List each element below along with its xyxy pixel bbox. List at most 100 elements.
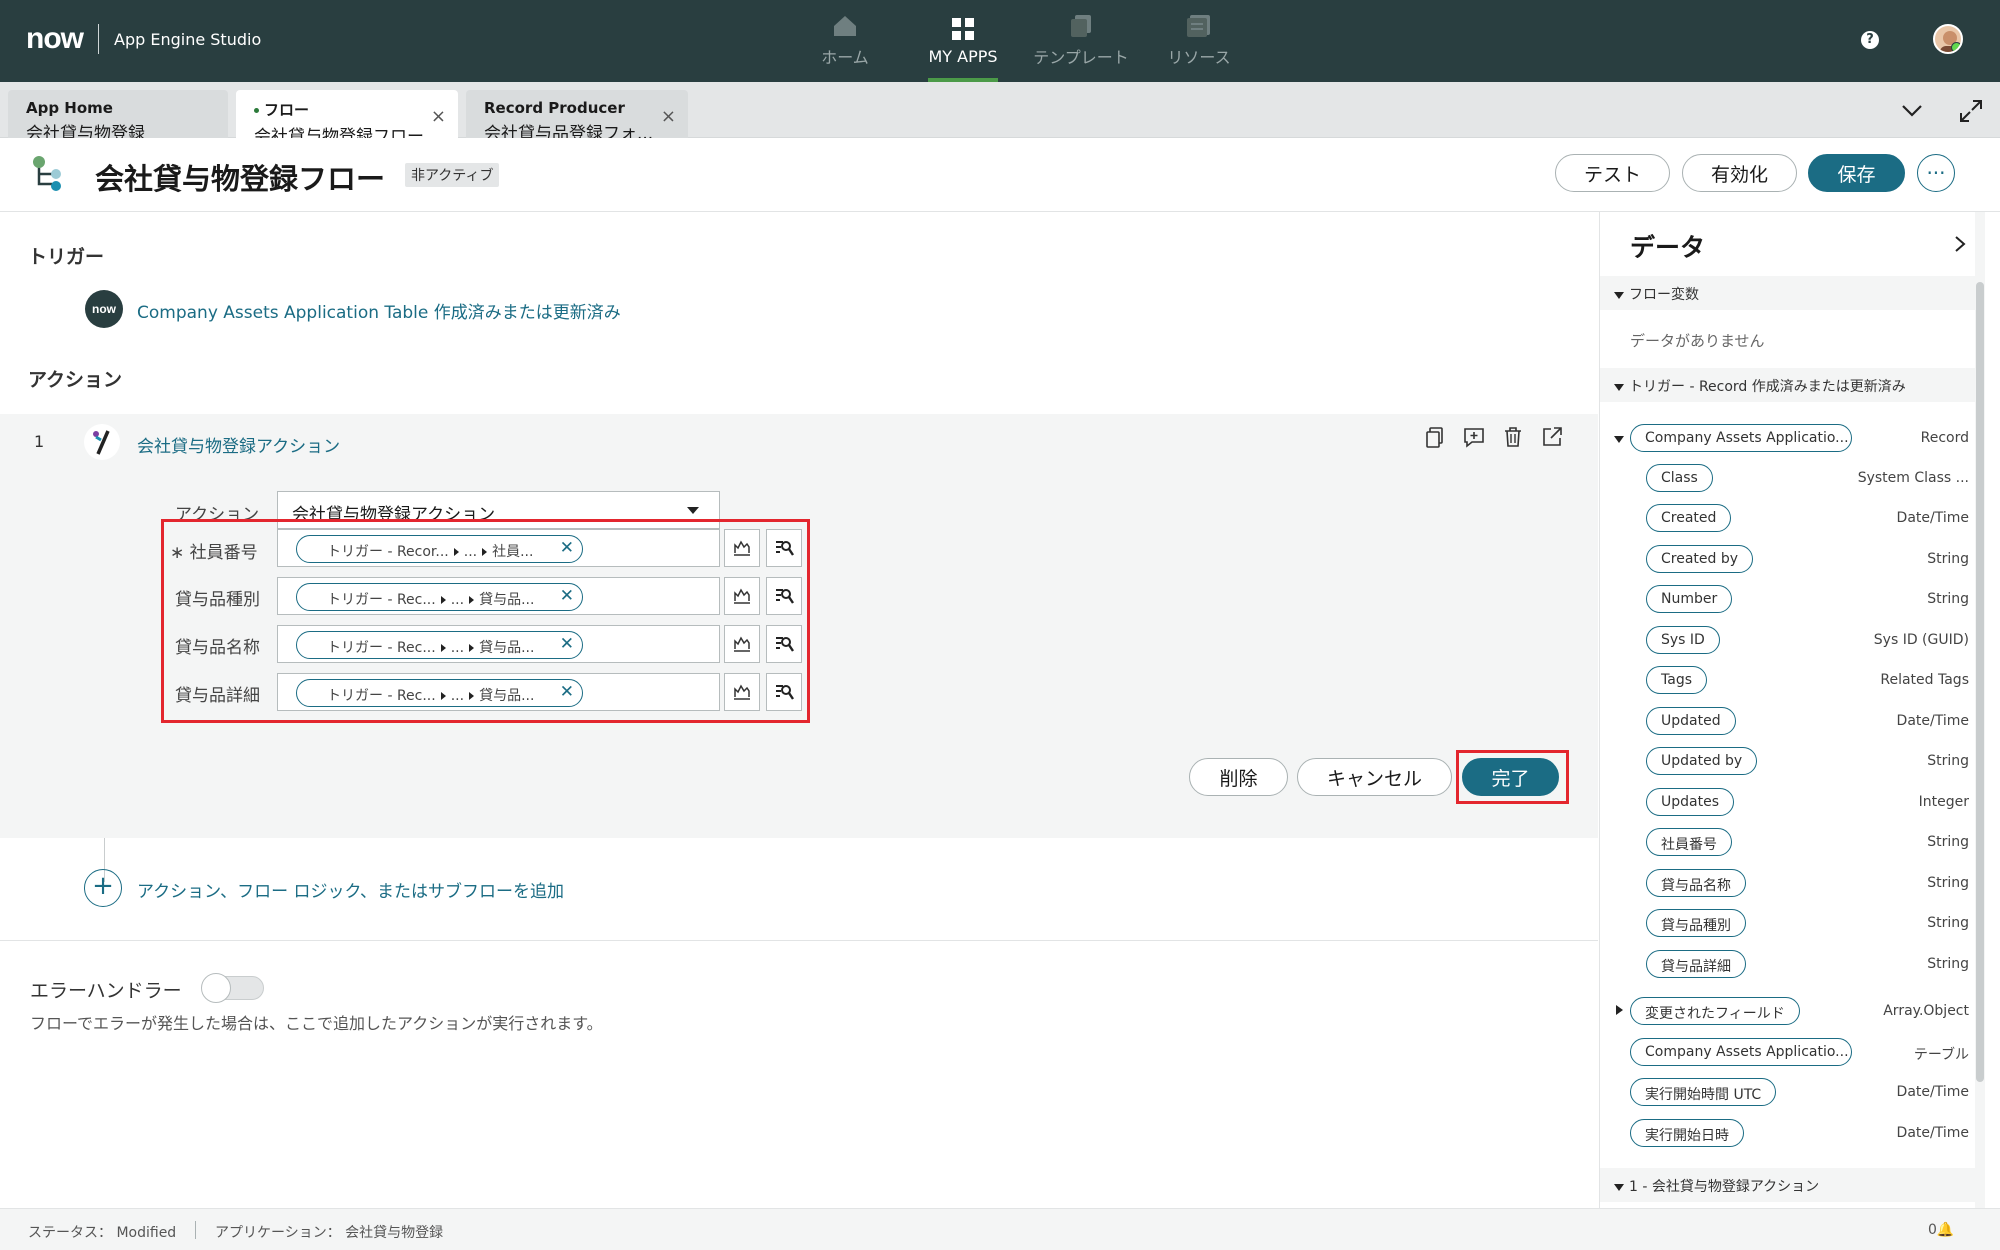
copy-icon[interactable]: [1422, 424, 1448, 450]
table-type: テーブル: [1913, 1047, 1969, 1063]
record-type: Record: [1920, 430, 1969, 446]
caret-right-icon[interactable]: [1616, 1005, 1623, 1015]
chevron-right-icon[interactable]: [1953, 234, 1967, 254]
table-data-pill[interactable]: Company Assets Applicatio...: [1630, 1038, 1852, 1066]
expand-icon[interactable]: [1958, 98, 1984, 124]
error-handler-description: フローでエラーが発生した場合は、ここで追加したアクションが実行されます。: [30, 1014, 603, 1033]
data-panel: データ フロー変数 データがありません トリガー - Record 作成済みまた…: [1599, 212, 1991, 1208]
flow-variables-section[interactable]: フロー変数: [1600, 276, 1976, 310]
field-pill-asset-name[interactable]: 貸与品名称: [1646, 869, 1746, 897]
page-title: 会社貸与物登録フロー: [95, 162, 386, 196]
delete-button[interactable]: 削除: [1189, 758, 1288, 796]
modified-dot: [254, 108, 259, 113]
changed-fields-type: Array.Object: [1883, 1003, 1969, 1019]
field-type-updated: Date/Time: [1896, 713, 1969, 729]
run-start-datetime-pill[interactable]: 実行開始日時: [1630, 1119, 1744, 1147]
action-icon: [84, 424, 120, 460]
caret-down-icon: [1614, 291, 1624, 299]
tab-record-producer[interactable]: Record Producer 会社貸与品登録フォ... ×: [466, 90, 688, 144]
field-pill-updated-by[interactable]: Updated by: [1646, 747, 1758, 775]
field-type-sys-id: Sys ID (GUID): [1873, 632, 1969, 648]
more-options-button[interactable]: ···: [1917, 154, 1955, 192]
add-comment-icon[interactable]: [1461, 424, 1487, 450]
status-text: ステータス： Modified: [28, 1225, 177, 1241]
nav-my-apps[interactable]: MY APPS: [908, 0, 1018, 82]
action-title-link[interactable]: 会社貸与物登録アクション: [137, 432, 340, 457]
toggle-knob: [201, 973, 231, 1003]
cancel-button[interactable]: キャンセル: [1297, 758, 1452, 796]
trigger-data-section[interactable]: トリガー - Record 作成済みまたは更新済み: [1600, 368, 1976, 402]
section-divider: [0, 940, 1598, 941]
flow-icon: [33, 156, 61, 191]
changed-fields-pill[interactable]: 変更されたフィールド: [1630, 997, 1800, 1025]
main-nav: ホーム MY APPS テンプレート リソース: [790, 0, 1262, 82]
grid-icon: [952, 17, 974, 40]
tab-flow-type: フロー: [254, 99, 440, 120]
now-logo[interactable]: now: [26, 22, 84, 56]
home-icon: [834, 16, 856, 36]
action1-data-section[interactable]: 1 - 会社貸与物登録アクション: [1600, 1168, 1976, 1202]
run-start-datetime-type: Date/Time: [1896, 1125, 1969, 1141]
field-pill-created-by[interactable]: Created by: [1646, 545, 1754, 573]
help-icon[interactable]: ?: [1861, 31, 1879, 49]
field-type-class: System Class ...: [1857, 470, 1969, 486]
field-pill-asset-details[interactable]: 貸与品詳細: [1646, 950, 1746, 978]
field-type-employee-number: String: [1927, 834, 1969, 850]
tab-app-home-type: App Home: [26, 99, 113, 117]
caret-down-icon: [1614, 1183, 1624, 1191]
caret-down-icon[interactable]: [1614, 436, 1624, 443]
test-button[interactable]: テスト: [1555, 154, 1670, 192]
field-pill-sys-id[interactable]: Sys ID: [1646, 626, 1720, 654]
field-type-tags: Related Tags: [1880, 672, 1969, 688]
logo-divider: [98, 24, 99, 54]
highlight-done-box: [1456, 750, 1569, 804]
error-handler-label: エラーハンドラー: [30, 980, 182, 1002]
field-pill-updated[interactable]: Updated: [1646, 707, 1736, 735]
nav-templates[interactable]: テンプレート: [1026, 0, 1136, 82]
field-type-asset-type: String: [1927, 915, 1969, 931]
field-pill-created[interactable]: Created: [1646, 504, 1732, 532]
open-external-icon[interactable]: [1539, 424, 1565, 450]
resources-icon: [1187, 15, 1210, 37]
chevron-down-icon[interactable]: [1900, 98, 1924, 122]
run-start-utc-pill[interactable]: 実行開始時間 UTC: [1630, 1078, 1777, 1106]
application-text: アプリケーション： 会社貸与物登録: [215, 1225, 444, 1241]
actions-heading: アクション: [28, 369, 123, 391]
field-pill-class[interactable]: Class: [1646, 464, 1713, 492]
tab-app-home[interactable]: App Home 会社貸与物登録: [8, 90, 228, 144]
notification-count[interactable]: 0🔔: [1928, 1222, 1954, 1238]
nav-templates-label: テンプレート: [1033, 48, 1129, 67]
nav-home[interactable]: ホーム: [790, 0, 900, 82]
field-pill-number[interactable]: Number: [1646, 585, 1733, 613]
status-bar: ステータス： Modified アプリケーション： 会社貸与物登録 0🔔: [0, 1208, 2000, 1250]
page-header: 会社貸与物登録フロー 非アクティブ テスト 有効化 保存 ···: [0, 138, 2000, 212]
field-pill-tags[interactable]: Tags: [1646, 666, 1707, 694]
highlight-fields-box: [161, 519, 810, 723]
add-step-link[interactable]: アクション、フロー ロジック、またはサブフローを追加: [137, 877, 564, 902]
data-panel-scrollbar[interactable]: [1975, 212, 1985, 1208]
app-name[interactable]: App Engine Studio: [114, 30, 261, 49]
now-trigger-icon: now: [85, 290, 123, 328]
field-pill-employee-number[interactable]: 社員番号: [1646, 828, 1732, 856]
close-icon[interactable]: ×: [661, 106, 676, 127]
close-icon[interactable]: ×: [431, 106, 446, 127]
nav-resources-label: リソース: [1167, 48, 1231, 67]
record-data-pill[interactable]: Company Assets Applicatio...: [1630, 424, 1852, 452]
data-panel-title: データ: [1630, 233, 1706, 262]
add-step-icon[interactable]: +: [84, 869, 122, 907]
field-pill-asset-type[interactable]: 貸与品種別: [1646, 909, 1746, 937]
error-handler-toggle[interactable]: [201, 973, 264, 1003]
trigger-link[interactable]: Company Assets Application Table 作成済みまたは…: [137, 298, 621, 323]
step-number: 1: [34, 432, 45, 451]
field-pill-updates[interactable]: Updates: [1646, 788, 1734, 816]
status-separator: [195, 1221, 196, 1239]
activate-button[interactable]: 有効化: [1682, 154, 1797, 192]
delete-icon[interactable]: [1500, 424, 1526, 450]
run-start-utc-type: Date/Time: [1896, 1084, 1969, 1100]
tab-flow[interactable]: フロー 会社貸与物登録フロー ×: [236, 90, 458, 147]
field-type-updates: Integer: [1918, 794, 1969, 810]
save-button[interactable]: 保存: [1808, 154, 1905, 192]
user-avatar[interactable]: [1933, 24, 1963, 54]
nav-resources[interactable]: リソース: [1144, 0, 1254, 82]
scrollbar-thumb[interactable]: [1976, 282, 1984, 1082]
